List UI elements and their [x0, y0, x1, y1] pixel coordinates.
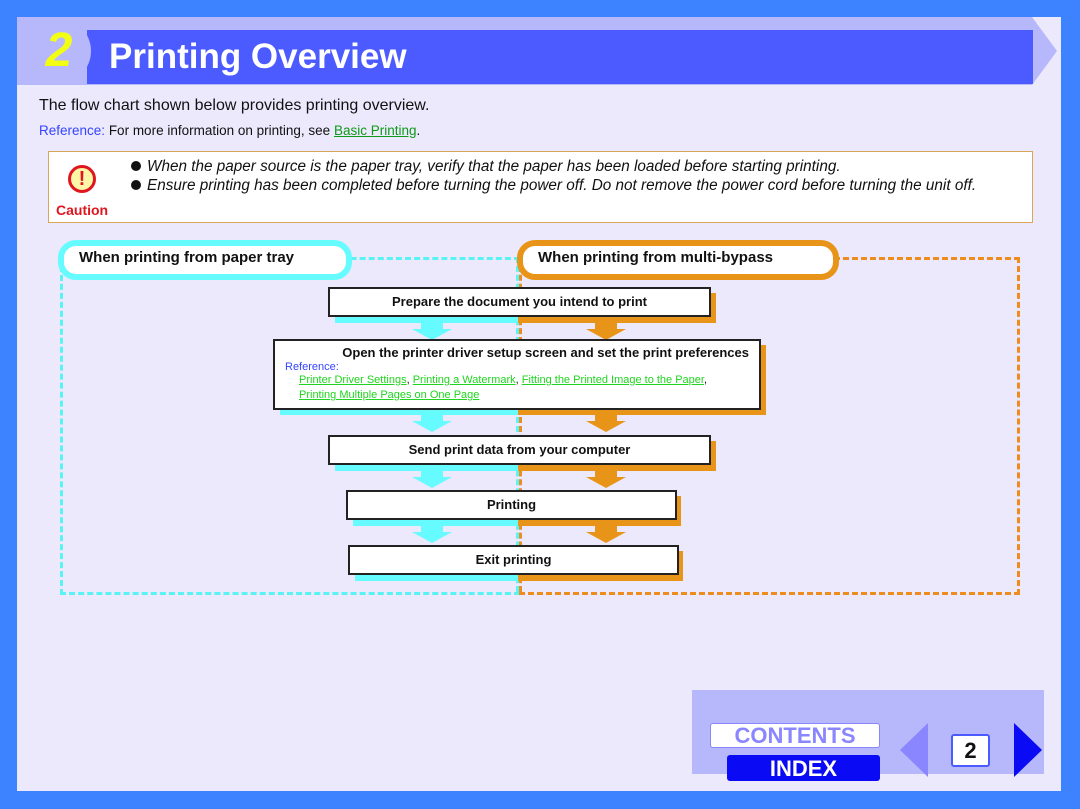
reference-label: Reference: — [39, 123, 106, 138]
down-arrow-icon — [412, 477, 452, 488]
caution-item-text: Ensure printing has been completed befor… — [147, 177, 977, 194]
reference-line: Reference: For more information on print… — [39, 123, 420, 138]
printing-watermark-link[interactable]: Printing a Watermark — [413, 374, 516, 386]
bullet-icon — [131, 161, 141, 171]
header-arrow-tip — [1032, 17, 1057, 85]
flow-step: Exit printing — [348, 545, 679, 575]
paper-tray-label: When printing from paper tray — [58, 240, 352, 280]
exclamation-icon: ! — [68, 165, 96, 193]
contents-button[interactable]: CONTENTS — [710, 723, 880, 748]
triangle-left-icon[interactable] — [900, 723, 928, 777]
caution-item-text: When the paper source is the paper tray,… — [147, 158, 841, 175]
flow-step-title: Open the printer driver setup screen and… — [342, 345, 749, 360]
caution-item: Ensure printing has been completed befor… — [131, 176, 1026, 195]
flow-step: Open the printer driver setup screen and… — [273, 339, 761, 410]
flow-step: Prepare the document you intend to print — [328, 287, 711, 317]
triangle-right-icon[interactable] — [1014, 723, 1042, 777]
step-reference-links: Printer Driver Settings, Printing a Wate… — [299, 374, 708, 401]
bullet-icon — [131, 180, 141, 190]
printer-driver-settings-link[interactable]: Printer Driver Settings — [299, 374, 407, 386]
caution-text: When the paper source is the paper tray,… — [131, 157, 1026, 195]
index-button[interactable]: INDEX — [727, 755, 880, 781]
page: 2 Printing Overview The flow chart shown… — [17, 17, 1061, 791]
chapter-number: 2 — [45, 24, 73, 77]
multi-bypass-label: When printing from multi-bypass — [517, 240, 839, 280]
down-arrow-icon — [586, 477, 626, 488]
basic-printing-link[interactable]: Basic Printing — [334, 123, 417, 138]
down-arrow-icon — [412, 532, 452, 543]
page-title: Printing Overview — [109, 37, 407, 76]
down-arrow-icon — [586, 421, 626, 432]
fitting-printed-image-link[interactable]: Fitting the Printed Image to the Paper — [522, 374, 704, 386]
caution-item: When the paper source is the paper tray,… — [131, 157, 1026, 176]
caution-box: ! Caution When the paper source is the p… — [48, 151, 1033, 223]
down-arrow-icon — [412, 421, 452, 432]
down-arrow-icon — [586, 532, 626, 543]
flow-step: Send print data from your computer — [328, 435, 711, 465]
intro-text: The flow chart shown below provides prin… — [39, 97, 430, 114]
flow-step: Printing — [346, 490, 677, 520]
caution-label: Caution — [56, 202, 109, 218]
page-number: 2 — [951, 734, 990, 767]
step-reference-label: Reference: — [285, 361, 339, 373]
reference-text: For more information on printing, see — [108, 123, 331, 138]
reference-trailing: . — [416, 123, 421, 138]
printing-multiple-pages-link[interactable]: Printing Multiple Pages on One Page — [299, 389, 479, 401]
